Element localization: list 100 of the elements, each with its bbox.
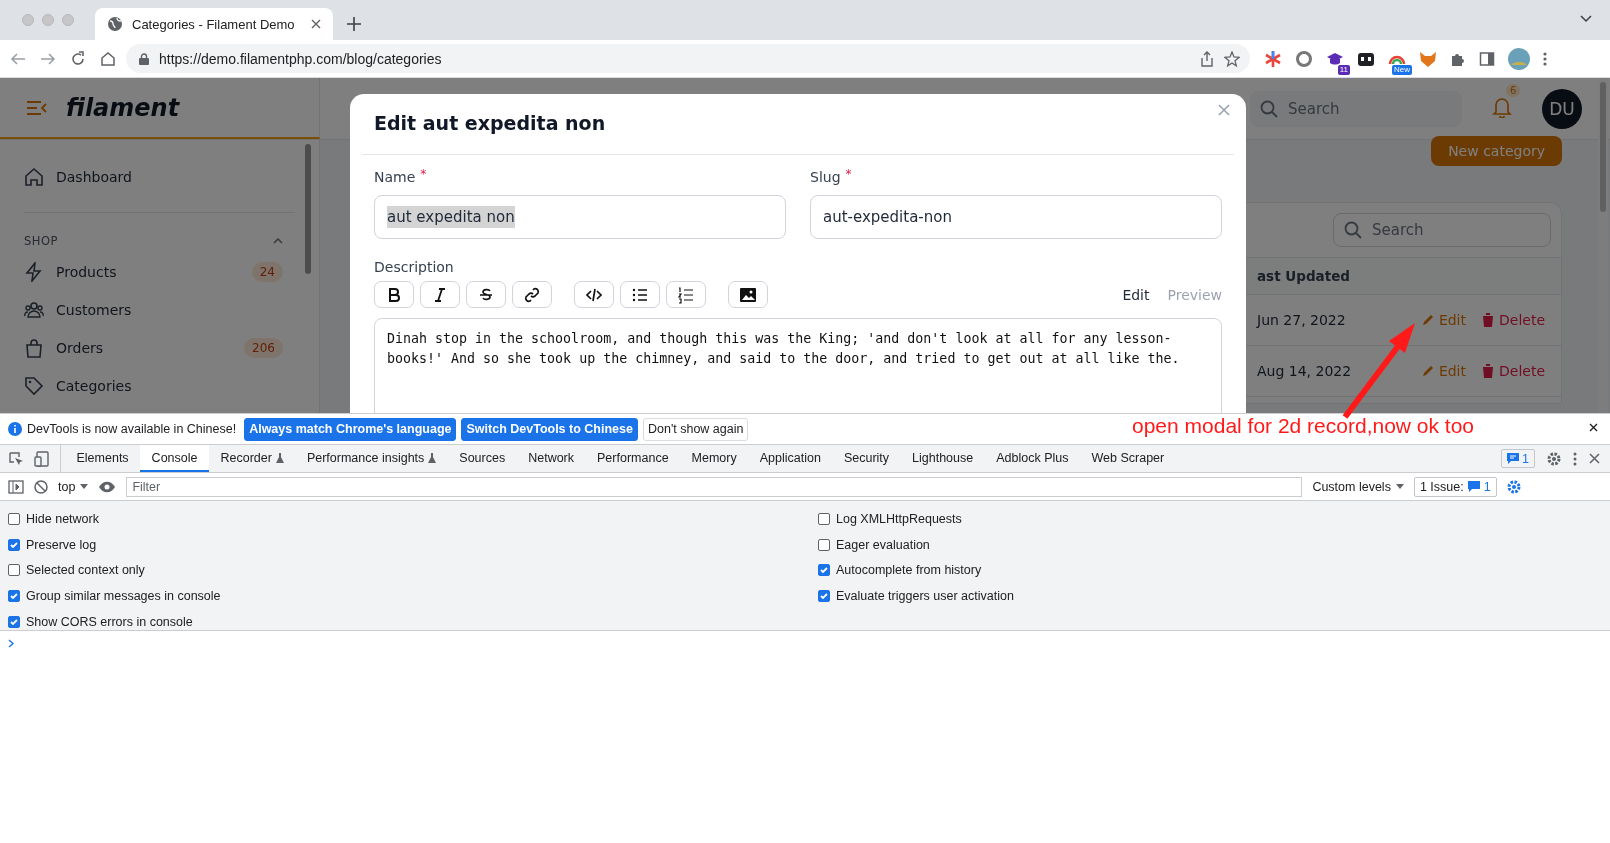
devtools-tab[interactable]: Performance insights bbox=[295, 445, 448, 472]
checkmark-icon bbox=[9, 539, 19, 550]
search-icon bbox=[1344, 221, 1362, 239]
checkbox[interactable] bbox=[8, 615, 20, 628]
close-icon[interactable] bbox=[1589, 423, 1598, 432]
settings-icon[interactable] bbox=[1547, 451, 1561, 466]
close-icon bbox=[311, 19, 321, 29]
chevron-down-icon bbox=[1580, 15, 1592, 23]
side-panel-icon bbox=[1479, 50, 1495, 67]
ring-icon bbox=[1295, 49, 1313, 68]
required-mark: * bbox=[420, 169, 427, 183]
tag-icon bbox=[24, 376, 44, 396]
profile-avatar-icon bbox=[1508, 47, 1530, 70]
input-field[interactable]: aut-expedita-non bbox=[810, 195, 1222, 239]
strikethrough-button[interactable] bbox=[466, 281, 506, 308]
table-cell-text: Jun 27, 2022 bbox=[1257, 312, 1347, 328]
checkbox-label: Group similar messages in console bbox=[26, 588, 221, 603]
info-icon bbox=[8, 422, 22, 436]
link-button[interactable] bbox=[512, 281, 552, 308]
checkbox-label: Autocomplete from history bbox=[836, 563, 982, 578]
devtools-tab[interactable]: Adblock Plus bbox=[984, 445, 1080, 472]
checkbox[interactable] bbox=[8, 512, 20, 525]
infobar-button[interactable]: Always match Chrome's language bbox=[244, 417, 457, 441]
sidebar-toggle-icon[interactable] bbox=[8, 479, 24, 494]
checkmark-icon bbox=[9, 616, 19, 627]
numbered-list-icon bbox=[677, 285, 695, 304]
collapse-sidebar-icon bbox=[26, 99, 48, 116]
address-bar[interactable]: https://demo.filamentphp.com/blog/categories bbox=[126, 44, 1250, 73]
link-icon bbox=[523, 285, 541, 304]
editor-mode-tab[interactable]: Edit bbox=[1122, 286, 1150, 303]
column-heading[interactable]: ast Updated bbox=[1257, 268, 1350, 284]
devtools-tab[interactable]: Recorder bbox=[209, 445, 296, 472]
inspect-element-icon[interactable] bbox=[8, 450, 24, 467]
bold-button[interactable] bbox=[374, 281, 414, 308]
sidebar-item[interactable]: Dashboard bbox=[24, 158, 295, 196]
devtools-tab[interactable]: Network bbox=[516, 445, 586, 472]
checkbox[interactable] bbox=[8, 564, 20, 577]
numbered-list-button[interactable] bbox=[666, 281, 706, 308]
input-field[interactable]: aut expedita non bbox=[374, 195, 786, 239]
checkbox[interactable] bbox=[818, 538, 830, 551]
count-badge: 206 bbox=[244, 338, 283, 358]
message-icon bbox=[1507, 453, 1520, 464]
code-button[interactable] bbox=[574, 281, 614, 308]
extension-badge: 11 bbox=[1337, 64, 1350, 75]
context-dropdown[interactable]: top bbox=[58, 479, 89, 494]
sidebar-item[interactable]: Categories bbox=[24, 367, 295, 405]
devtools-tab[interactable]: Elements bbox=[65, 445, 141, 472]
asterisk-icon bbox=[1264, 49, 1282, 68]
devtools-tab[interactable]: Memory bbox=[680, 445, 749, 472]
share-icon bbox=[1200, 50, 1214, 67]
trash-icon bbox=[1482, 313, 1494, 327]
checkmark-icon bbox=[819, 565, 829, 576]
eye-icon[interactable] bbox=[98, 480, 117, 493]
devtools-tab[interactable]: Sources bbox=[447, 445, 517, 472]
devtools-tab[interactable]: Security bbox=[832, 445, 901, 472]
caret-icon bbox=[1395, 484, 1404, 489]
infobar-button[interactable]: Switch DevTools to Chinese bbox=[461, 417, 638, 441]
device-toolbar-icon[interactable] bbox=[34, 450, 50, 467]
lightning-bolt-icon bbox=[24, 262, 44, 282]
devtools-tab[interactable]: Performance bbox=[585, 445, 681, 472]
required-mark: * bbox=[845, 169, 852, 183]
forward-arrow-icon bbox=[40, 50, 56, 67]
sidebar-item[interactable]: Products 24 bbox=[24, 253, 295, 291]
devtools-tab[interactable]: Web Scraper bbox=[1080, 445, 1176, 472]
count-badge: 24 bbox=[251, 262, 283, 282]
devtools-tab[interactable]: Lighthouse bbox=[900, 445, 985, 472]
infobar-button[interactable]: Don't show again bbox=[642, 417, 749, 441]
checkbox[interactable] bbox=[818, 589, 830, 602]
filter-field[interactable]: Filter bbox=[126, 476, 1303, 497]
menu-dots-icon[interactable] bbox=[1573, 451, 1577, 466]
image-button[interactable] bbox=[728, 281, 768, 308]
bulleted-list-button[interactable] bbox=[620, 281, 660, 308]
field-label: Description bbox=[374, 259, 454, 275]
shopping-bag-icon bbox=[24, 338, 44, 358]
checkbox[interactable] bbox=[8, 589, 20, 602]
user-avatar[interactable]: DU bbox=[1542, 88, 1582, 129]
clear-console-icon[interactable] bbox=[34, 479, 48, 494]
checkbox-label: Preserve log bbox=[26, 537, 97, 552]
back-arrow-icon bbox=[10, 50, 26, 67]
devtools-tab[interactable]: Application bbox=[748, 445, 833, 472]
checkbox[interactable] bbox=[8, 538, 20, 551]
checkbox[interactable] bbox=[818, 512, 830, 525]
app-logo[interactable]: filament bbox=[66, 93, 180, 122]
star-icon bbox=[1224, 50, 1240, 67]
sidebar-item[interactable]: Orders 206 bbox=[24, 329, 295, 367]
checkbox-label: Evaluate triggers user activation bbox=[836, 588, 1014, 603]
sidebar-item[interactable]: Customers bbox=[24, 291, 295, 329]
pencil-icon bbox=[1421, 314, 1434, 326]
sidebar-group-header[interactable]: SHOP bbox=[24, 229, 295, 253]
issues-button[interactable]: 1 Issue: 1 bbox=[1413, 476, 1497, 497]
table-cell-text: Aug 14, 2022 bbox=[1257, 363, 1353, 379]
log-levels-dropdown[interactable]: Custom levels bbox=[1312, 479, 1404, 494]
checkbox[interactable] bbox=[818, 564, 830, 577]
settings-icon[interactable] bbox=[1506, 479, 1521, 494]
devtools-tab[interactable]: Console bbox=[140, 445, 209, 472]
message-count-badge[interactable]: 1 bbox=[1501, 449, 1535, 468]
prompt-chevron-icon bbox=[8, 639, 14, 648]
checkbox-label: Log XMLHttpRequests bbox=[836, 511, 962, 526]
italic-button[interactable] bbox=[420, 281, 460, 308]
browser-tab[interactable]: Categories - Filament Demo bbox=[95, 8, 333, 40]
